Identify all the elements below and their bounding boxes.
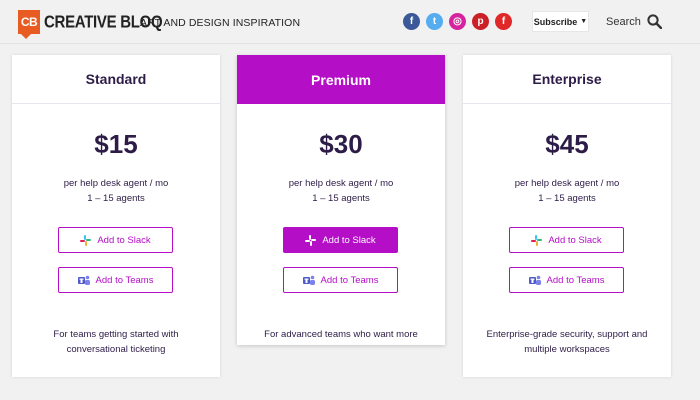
- site-tagline: ART AND DESIGN INSPIRATION: [140, 17, 301, 29]
- plan-name: Premium: [237, 55, 445, 104]
- facebook-icon[interactable]: f: [403, 13, 420, 30]
- add-to-teams-button[interactable]: Add to Teams: [283, 267, 398, 293]
- add-to-teams-button[interactable]: Add to Teams: [58, 267, 173, 293]
- slack-button-label: Add to Slack: [548, 234, 602, 246]
- twitter-icon[interactable]: t: [426, 13, 443, 30]
- slack-icon: [305, 234, 317, 246]
- plan-card-standard: Standard $15 per help desk agent / mo 1 …: [12, 55, 220, 377]
- search-button[interactable]: Search: [606, 14, 662, 29]
- plan-card-premium: Premium $30 per help desk agent / mo 1 –…: [237, 55, 445, 345]
- slack-icon: [531, 234, 543, 246]
- flipboard-icon[interactable]: f: [495, 13, 512, 30]
- slack-button-label: Add to Slack: [322, 234, 376, 246]
- caret-down-icon: ▼: [580, 18, 588, 25]
- search-label: Search: [606, 15, 641, 28]
- plan-range: 1 – 15 agents: [538, 193, 596, 204]
- teams-button-label: Add to Teams: [320, 274, 379, 286]
- social-links: f t ◎ p f: [403, 13, 512, 30]
- add-to-slack-button[interactable]: Add to Slack: [58, 227, 173, 253]
- instagram-icon[interactable]: ◎: [449, 13, 466, 30]
- plan-footer: For teams getting started with conversat…: [53, 329, 179, 355]
- add-to-slack-button[interactable]: Add to Slack: [283, 227, 398, 253]
- teams-icon: [528, 275, 541, 285]
- plan-name: Standard: [12, 55, 220, 104]
- logo-mark: CB: [18, 10, 40, 39]
- plan-unit: per help desk agent / mo: [514, 178, 620, 189]
- plan-price: $15: [94, 129, 138, 159]
- search-icon: [647, 14, 662, 29]
- plan-description: per help desk agent / mo 1 – 15 agents: [463, 176, 671, 206]
- plan-range: 1 – 15 agents: [87, 193, 145, 204]
- teams-button-label: Add to Teams: [95, 274, 154, 286]
- plan-card-enterprise: Enterprise $45 per help desk agent / mo …: [463, 55, 671, 377]
- plan-price: $45: [545, 129, 589, 159]
- plan-description: per help desk agent / mo 1 – 15 agents: [237, 176, 445, 206]
- teams-icon: [302, 275, 315, 285]
- subscribe-dropdown[interactable]: Subscribe ▼: [532, 11, 589, 32]
- plan-name: Enterprise: [463, 55, 671, 104]
- add-to-slack-button[interactable]: Add to Slack: [509, 227, 624, 253]
- plan-unit: per help desk agent / mo: [288, 178, 394, 189]
- plan-description: per help desk agent / mo 1 – 15 agents: [12, 176, 220, 206]
- pinterest-icon[interactable]: p: [472, 13, 489, 30]
- subscribe-label: Subscribe: [533, 16, 578, 27]
- plan-footer: For advanced teams who want more: [264, 329, 418, 340]
- site-header: CB CREATIVE BLOQ ART AND DESIGN INSPIRAT…: [0, 0, 700, 44]
- add-to-teams-button[interactable]: Add to Teams: [509, 267, 624, 293]
- teams-button-label: Add to Teams: [546, 274, 605, 286]
- plan-range: 1 – 15 agents: [312, 193, 370, 204]
- slack-icon: [80, 234, 92, 246]
- plan-price: $30: [319, 129, 363, 159]
- plan-unit: per help desk agent / mo: [63, 178, 169, 189]
- teams-icon: [77, 275, 90, 285]
- slack-button-label: Add to Slack: [97, 234, 151, 246]
- plan-footer: Enterprise-grade security, support and m…: [486, 329, 648, 355]
